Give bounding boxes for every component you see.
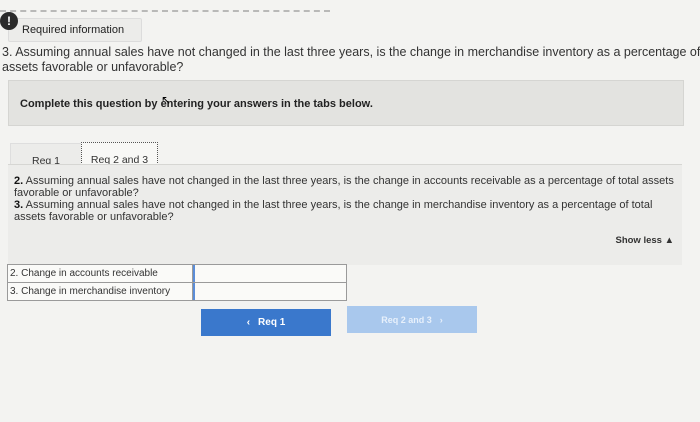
q3-text: Assuming annual sales have not changed i… xyxy=(14,199,653,223)
chevron-left-icon: ‹ xyxy=(246,317,251,328)
requirements-text: 2. Assuming annual sales have not change… xyxy=(14,175,678,223)
mouse-cursor-icon: ↖ xyxy=(161,93,172,107)
answer-label: 2. Change in accounts receivable xyxy=(7,264,193,283)
accounts-receivable-answer-input[interactable] xyxy=(193,265,346,282)
prev-req-label: Req 1 xyxy=(258,317,286,328)
chevron-right-icon: › xyxy=(439,314,443,325)
merchandise-inventory-answer-input[interactable] xyxy=(193,283,346,300)
required-information-label: Required information xyxy=(22,24,125,36)
next-req-button[interactable]: Req 2 and 3 › xyxy=(347,306,477,333)
tab-content: 2. Assuming annual sales have not change… xyxy=(8,164,682,265)
table-row: 2. Change in accounts receivable xyxy=(7,264,347,283)
next-req-label: Req 2 and 3 xyxy=(381,314,432,325)
answer-cell xyxy=(192,282,347,301)
q3-number: 3. xyxy=(14,199,24,211)
alert-icon: ! xyxy=(0,12,18,30)
answer-table: 2. Change in accounts receivable 3. Chan… xyxy=(7,264,347,301)
q2-number: 2. xyxy=(14,175,24,187)
answer-cell xyxy=(192,264,347,283)
q2-text: Assuming annual sales have not changed i… xyxy=(14,175,674,199)
answer-label: 3. Change in merchandise inventory xyxy=(7,282,193,301)
question-text: 3. Assuming annual sales have not change… xyxy=(2,45,700,74)
prev-req-button[interactable]: ‹ Req 1 xyxy=(201,309,331,336)
required-information-banner: Required information xyxy=(8,18,142,42)
show-less-button[interactable]: Show less ▲ xyxy=(615,235,674,246)
table-row: 3. Change in merchandise inventory xyxy=(7,282,347,301)
instructions-panel: Complete this question by entering your … xyxy=(8,80,684,126)
clipped-text-fragment xyxy=(0,0,330,12)
instructions-text: Complete this question by entering your … xyxy=(20,98,373,110)
